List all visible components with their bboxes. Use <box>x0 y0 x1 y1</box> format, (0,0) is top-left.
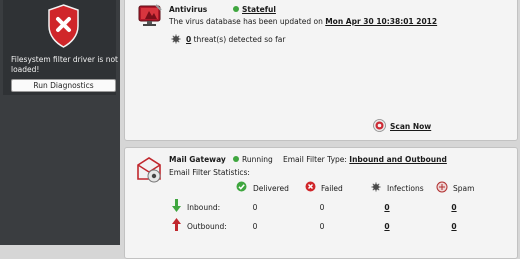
infections-icon <box>371 182 381 192</box>
database-update-text: The virus database has been updated on <box>169 17 323 26</box>
error-card: Filesystem filter driver is not loaded! … <box>3 0 118 95</box>
antivirus-panel: Antivirus Stateful The virus database ha… <box>124 0 518 141</box>
outbound-spam[interactable]: 0 <box>447 222 461 231</box>
outbound-infections[interactable]: 0 <box>380 222 394 231</box>
threats-line: 0 threat(s) detected so far <box>186 35 285 44</box>
mail-gateway-title: Mail Gateway <box>169 155 226 164</box>
email-filter-type-link[interactable]: Inbound and Outbound <box>349 155 447 164</box>
mail-gateway-status: Running <box>233 155 273 164</box>
inbound-spam[interactable]: 0 <box>447 203 461 212</box>
outbound-delivered: 0 <box>252 222 258 231</box>
sidebar-lower <box>3 95 116 245</box>
email-filter-type: Email Filter Type: Inbound and Outbound <box>283 155 447 164</box>
inbound-row-label: Inbound: <box>187 203 221 212</box>
inbound-arrow-icon <box>172 199 181 212</box>
mail-gateway-icon <box>137 157 161 183</box>
inbound-failed: 0 <box>319 203 325 212</box>
sidebar: Filesystem filter driver is not loaded! … <box>0 0 120 245</box>
threats-count[interactable]: 0 <box>186 35 191 44</box>
mail-gateway-status-text: Running <box>242 155 273 164</box>
outbound-failed: 0 <box>319 222 325 231</box>
failed-icon <box>305 181 316 192</box>
database-update-line: The virus database has been updated on M… <box>169 17 437 26</box>
status-ok-icon <box>233 6 239 12</box>
delivered-icon <box>236 181 247 192</box>
mail-gateway-panel: Mail Gateway Running Email Filter Type: … <box>124 147 518 259</box>
scan-icon <box>373 119 386 132</box>
outbound-row-label: Outbound: <box>187 222 227 231</box>
antivirus-status: Stateful <box>233 5 276 14</box>
email-filter-stats-label: Email Filter Statistics: <box>169 168 250 177</box>
status-ok-icon <box>233 156 239 162</box>
threats-text: threat(s) detected so far <box>193 35 286 44</box>
inbound-infections[interactable]: 0 <box>380 203 394 212</box>
error-message: Filesystem filter driver is not loaded! <box>11 55 118 74</box>
spam-icon <box>436 181 448 193</box>
virus-icon <box>171 34 181 44</box>
run-diagnostics-button[interactable]: Run Diagnostics <box>11 79 116 92</box>
antivirus-title: Antivirus <box>169 5 208 14</box>
antivirus-status-link[interactable]: Stateful <box>242 5 276 14</box>
delivered-column-header: Delivered <box>253 184 289 193</box>
email-filter-type-label: Email Filter Type: <box>283 155 347 164</box>
spam-column-header: Spam <box>453 184 475 193</box>
infections-column-header: Infections <box>387 184 424 193</box>
outbound-arrow-icon <box>172 218 181 231</box>
error-shield-icon <box>48 4 79 48</box>
antivirus-monitor-icon <box>138 4 162 26</box>
scan-now-button[interactable]: Scan Now <box>390 122 431 131</box>
database-update-date[interactable]: Mon Apr 30 10:38:01 2012 <box>325 17 437 26</box>
failed-column-header: Failed <box>321 184 343 193</box>
inbound-delivered: 0 <box>252 203 258 212</box>
